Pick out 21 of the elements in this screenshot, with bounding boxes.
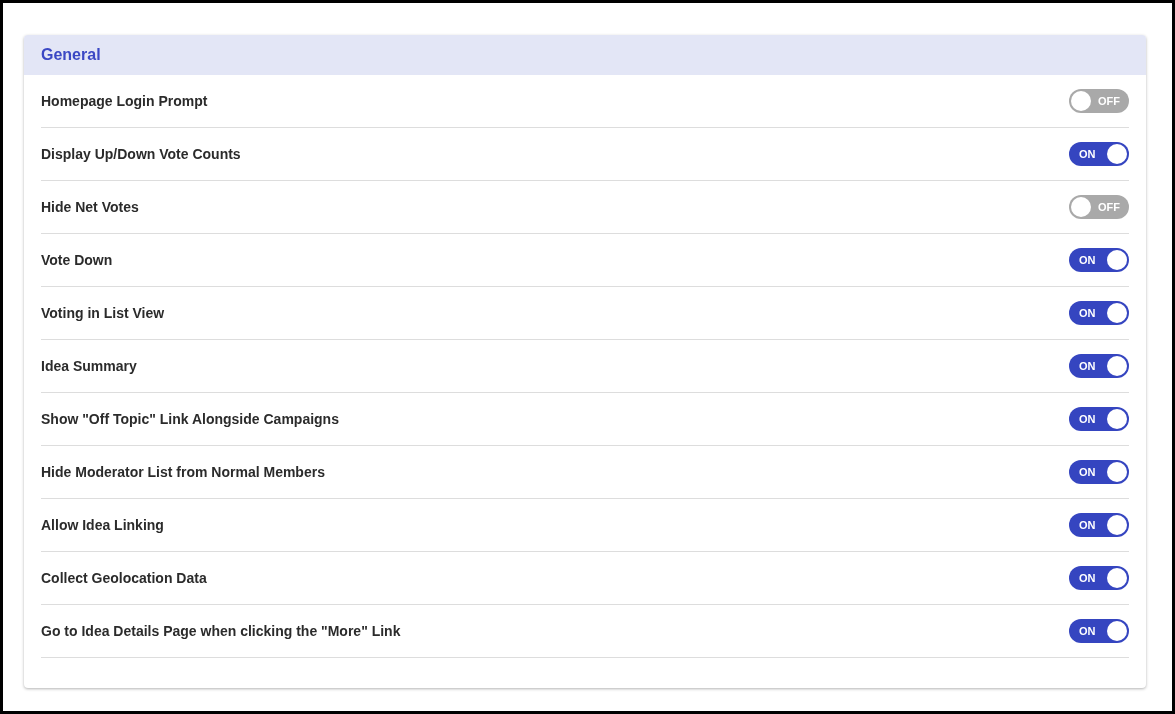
toggle-switch[interactable]: ON xyxy=(1069,142,1129,166)
toggle-switch[interactable]: ON xyxy=(1069,301,1129,325)
toggle-switch[interactable]: ON xyxy=(1069,354,1129,378)
toggle-switch[interactable]: ON xyxy=(1069,460,1129,484)
setting-label: Voting in List View xyxy=(41,305,165,321)
setting-label: Collect Geolocation Data xyxy=(41,570,207,586)
setting-label: Vote Down xyxy=(41,252,113,268)
setting-label: Idea Summary xyxy=(41,358,137,374)
toggle-switch[interactable]: ON xyxy=(1069,619,1129,643)
setting-label: Homepage Login Prompt xyxy=(41,93,208,109)
setting-label: Hide Net Votes xyxy=(41,199,139,215)
setting-label: Go to Idea Details Page when clicking the "More" Link xyxy=(41,623,401,639)
setting-label: Allow Idea Linking xyxy=(41,517,164,533)
toggle-switch[interactable]: ON xyxy=(1069,566,1129,590)
toggle-switch[interactable]: ON xyxy=(1069,513,1129,537)
setting-label: Hide Moderator List from Normal Members xyxy=(41,464,325,480)
toggle-switch[interactable]: ON xyxy=(1069,407,1129,431)
toggle-switch[interactable]: ON xyxy=(1069,248,1129,272)
section-title: General xyxy=(41,46,101,64)
setting-label: Show "Off Topic" Link Alongside Campaigns xyxy=(41,411,339,427)
setting-label: Display Up/Down Vote Counts xyxy=(41,146,241,162)
